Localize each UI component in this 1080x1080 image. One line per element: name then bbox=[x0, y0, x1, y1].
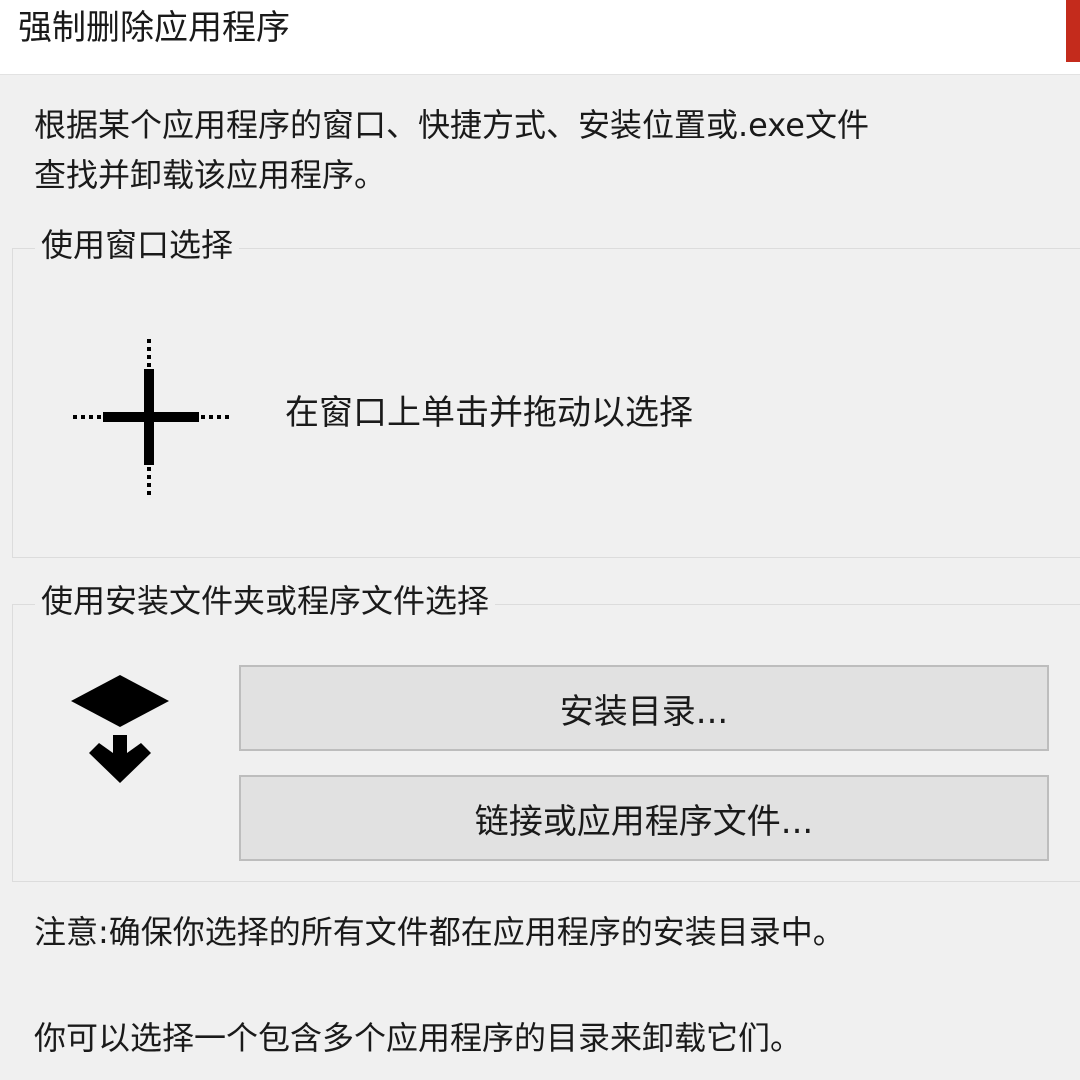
install-directory-button[interactable]: 安装目录... bbox=[239, 665, 1049, 751]
file-select-group: 使用安装文件夹或程序文件选择 安装目录... 链接或应用程序文件... bbox=[12, 575, 1080, 882]
close-button[interactable] bbox=[1066, 0, 1080, 62]
note-text-2: 你可以选择一个包含多个应用程序的目录来卸载它们。 bbox=[34, 1019, 803, 1057]
title-bar: 强制删除应用程序 bbox=[0, 0, 1080, 75]
crosshair-instruction: 在窗口上单击并拖动以选择 bbox=[285, 393, 693, 433]
window-title: 强制删除应用程序 bbox=[18, 8, 290, 48]
link-or-program-file-button[interactable]: 链接或应用程序文件... bbox=[239, 775, 1049, 861]
file-select-legend: 使用安装文件夹或程序文件选择 bbox=[35, 575, 496, 627]
window-select-legend: 使用窗口选择 bbox=[35, 219, 240, 271]
description: 根据某个应用程序的窗口、快捷方式、安装位置或.exe文件 查找并卸载该应用程序。 bbox=[34, 100, 1080, 200]
install-arrow-icon bbox=[71, 675, 169, 783]
window-select-group: 使用窗口选择 在窗口上单击并拖动以选择 bbox=[12, 219, 1080, 558]
crosshair-icon[interactable] bbox=[71, 337, 231, 497]
description-line-2: 查找并卸载该应用程序。 bbox=[34, 156, 387, 194]
description-line-1: 根据某个应用程序的窗口、快捷方式、安装位置或.exe文件 bbox=[34, 106, 869, 144]
note-text: 注意:确保你选择的所有文件都在应用程序的安装目录中。 bbox=[34, 913, 845, 951]
